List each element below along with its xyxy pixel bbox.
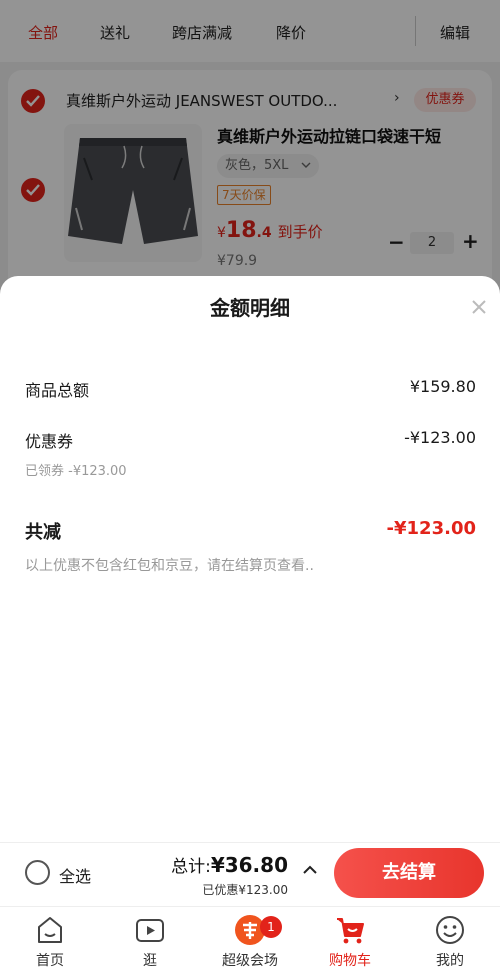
discount-note: 以上优惠不包含红包和京豆，请在结算页查看..: [25, 558, 314, 574]
video-play-icon: [136, 919, 164, 942]
nav-mine[interactable]: 我的: [400, 906, 500, 976]
nav-label-cart: 购物车: [329, 953, 371, 969]
total-prefix: 总计:: [171, 857, 211, 877]
nav-browse[interactable]: 逛: [100, 906, 200, 976]
checkout-button[interactable]: 去结算: [334, 848, 484, 898]
cart-icon: [337, 918, 364, 944]
total-reduce-value: -¥123.00: [386, 518, 476, 539]
home-icon: [38, 917, 62, 943]
nav-label-super-venue: 超级会场: [222, 953, 278, 969]
total-value: ¥36.80: [210, 853, 288, 877]
nav-label-home: 首页: [36, 953, 64, 969]
notification-badge: 1: [260, 916, 282, 938]
sheet-title: 金额明细: [210, 296, 290, 320]
select-all-label[interactable]: 全选: [59, 863, 91, 887]
nav-label-mine: 我的: [436, 953, 464, 969]
nav-label-browse: 逛: [143, 953, 157, 969]
coupon-value: -¥123.00: [404, 428, 476, 447]
goods-total-value: ¥159.80: [409, 377, 476, 396]
coupon-label: 优惠券: [25, 432, 74, 451]
total-reduce-label: 共减: [25, 522, 61, 543]
nav-super-venue[interactable]: 超级会场: [200, 906, 300, 976]
chevron-up-icon[interactable]: [302, 864, 318, 876]
coupon-claimed-text: 已领券 -¥123.00: [25, 464, 127, 479]
select-all-checkbox[interactable]: [25, 860, 50, 885]
nav-cart[interactable]: 购物车: [300, 906, 400, 976]
nav-home[interactable]: 首页: [0, 906, 100, 976]
total-amount[interactable]: 总计:¥36.80: [171, 852, 288, 877]
goods-total-label: 商品总额: [25, 381, 90, 400]
close-icon[interactable]: [468, 296, 490, 318]
saved-amount: 已优惠¥123.00: [202, 883, 288, 897]
smiley-icon: [436, 916, 464, 944]
